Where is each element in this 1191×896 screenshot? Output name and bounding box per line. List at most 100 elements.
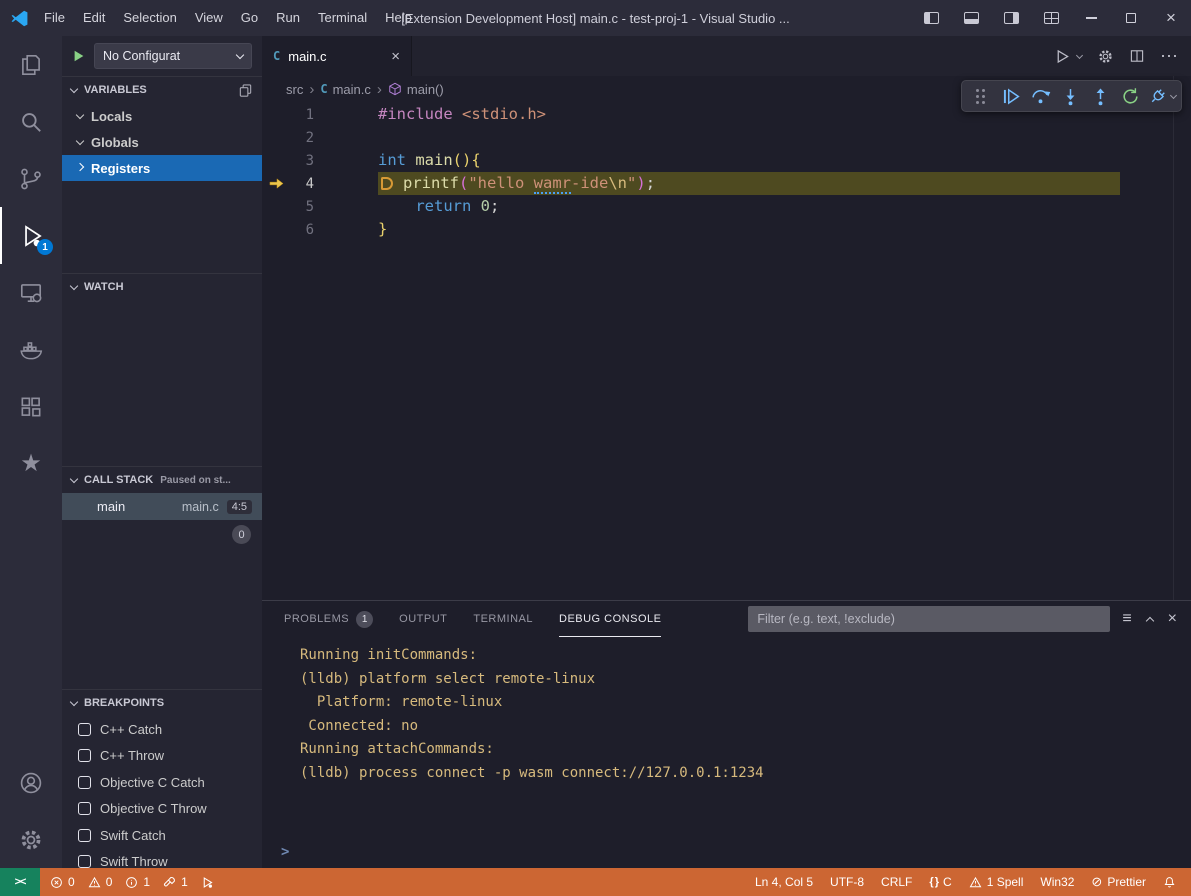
toggle-secondary-sidebar-icon[interactable] (991, 0, 1031, 36)
status-language-mode[interactable]: { }C (929, 875, 951, 889)
breadcrumb-item-src[interactable]: src (286, 82, 303, 97)
activity-accounts[interactable] (0, 754, 62, 811)
status-spell[interactable]: 1 Spell (969, 875, 1024, 889)
code-line-2[interactable]: 2 (262, 126, 1191, 149)
status-tools[interactable]: 1 (163, 875, 188, 889)
maximize-button[interactable] (1111, 0, 1151, 36)
status-eol[interactable]: CRLF (881, 875, 912, 889)
menu-terminal[interactable]: Terminal (309, 0, 376, 36)
toggle-sidebar-icon[interactable] (911, 0, 951, 36)
debug-config-dropdown[interactable]: No Configurat (94, 43, 252, 69)
menu-file[interactable]: File (35, 0, 74, 36)
tab-main-c[interactable]: C main.c × (262, 36, 412, 76)
run-or-debug-button[interactable] (1054, 48, 1082, 65)
code-line-4[interactable]: 4printf("hello wamr-ide\n"); (262, 172, 1191, 195)
breakpoint-checkbox[interactable] (78, 723, 91, 736)
stack-frame-row[interactable]: main main.c 4:5 (62, 493, 262, 520)
restart-button[interactable] (1117, 83, 1144, 109)
status-debug-status[interactable] (201, 876, 214, 889)
breakpoint-checkbox[interactable] (78, 749, 91, 762)
breakpoint-checkbox[interactable] (78, 776, 91, 789)
breakpoint-item-c-catch[interactable]: C++ Catch (62, 716, 262, 743)
status-notifications[interactable] (1163, 876, 1176, 889)
start-debugging-icon[interactable] (72, 49, 86, 63)
variables-header[interactable]: VARIABLES (62, 77, 262, 103)
customize-layout-icon[interactable] (1031, 0, 1071, 36)
status-formatter[interactable]: ⊘Prettier (1091, 874, 1146, 890)
panel-tab-problems[interactable]: PROBLEMS1 (284, 601, 373, 637)
watch-header[interactable]: WATCH (62, 274, 262, 300)
status-warnings[interactable]: 0 (88, 875, 113, 889)
step-out-button[interactable] (1087, 83, 1114, 109)
variables-item-registers[interactable]: Registers (62, 155, 262, 181)
activity-source-control[interactable] (0, 150, 62, 207)
remote-indicator[interactable]: >< (0, 868, 40, 896)
code-token (471, 197, 480, 215)
breakpoints-header[interactable]: BREAKPOINTS (62, 690, 262, 716)
variables-item-locals[interactable]: Locals (62, 103, 262, 129)
breakpoint-checkbox[interactable] (78, 829, 91, 842)
remote-explorer-icon (18, 280, 44, 306)
status-platform[interactable]: Win32 (1040, 875, 1074, 889)
step-over-button[interactable] (1027, 83, 1054, 109)
call-stack-header[interactable]: CALL STACK Paused on st... (62, 467, 262, 493)
filter-lines-icon[interactable]: ≡ (1122, 610, 1131, 628)
status-cursor-position[interactable]: Ln 4, Col 5 (755, 875, 813, 889)
activity-search[interactable] (0, 93, 62, 150)
code-line-6[interactable]: 6} (262, 218, 1191, 241)
info-icon (125, 876, 138, 889)
activity-star[interactable]: ★ (0, 435, 62, 492)
code-token: ( (459, 174, 468, 192)
window-title: [Extension Development Host] main.c - te… (401, 11, 789, 26)
minimize-button[interactable] (1071, 0, 1111, 36)
status-infos[interactable]: 1 (125, 875, 150, 889)
split-editor-icon[interactable] (1129, 48, 1145, 64)
step-into-button[interactable] (1057, 83, 1084, 109)
breakpoint-item-objective-c-catch[interactable]: Objective C Catch (62, 769, 262, 796)
menu-edit[interactable]: Edit (74, 0, 114, 36)
panel-tab-terminal[interactable]: TERMINAL (473, 601, 533, 637)
activity-explorer[interactable] (0, 36, 62, 93)
copy-icon[interactable] (238, 83, 253, 98)
close-panel-icon[interactable]: × (1168, 610, 1177, 628)
console-input-prompt[interactable]: > (281, 844, 289, 860)
breakpoint-checkbox[interactable] (78, 855, 91, 868)
activity-docker[interactable] (0, 321, 62, 378)
code-token (453, 105, 462, 123)
breakpoint-item-swift-throw[interactable]: Swift Throw (62, 849, 262, 869)
activity-extensions[interactable] (0, 378, 62, 435)
close-window-button[interactable]: × (1151, 0, 1191, 36)
breakpoint-checkbox[interactable] (78, 802, 91, 815)
code-token: 0 (481, 197, 490, 215)
breakpoint-item-c-throw[interactable]: C++ Throw (62, 743, 262, 770)
code-line-3[interactable]: 3int main(){ (262, 149, 1191, 172)
braces-icon: { } (929, 876, 938, 888)
panel-tab-output[interactable]: OUTPUT (399, 601, 447, 637)
menu-view[interactable]: View (186, 0, 232, 36)
variables-item-globals[interactable]: Globals (62, 129, 262, 155)
disconnect-button[interactable] (1147, 83, 1176, 109)
settings-gear-icon[interactable] (1097, 48, 1114, 65)
status-errors[interactable]: 0 (50, 875, 75, 889)
panel-tab-label: DEBUG CONSOLE (559, 613, 661, 625)
toggle-panel-icon[interactable] (951, 0, 991, 36)
activity-settings[interactable] (0, 811, 62, 868)
breakpoint-item-swift-catch[interactable]: Swift Catch (62, 822, 262, 849)
code-line-5[interactable]: 5 return 0; (262, 195, 1191, 218)
more-actions-icon[interactable]: ⋯ (1160, 47, 1178, 65)
breadcrumb-item-main[interactable]: main() (388, 82, 444, 97)
c-file-icon: C (320, 82, 327, 96)
breakpoint-item-objective-c-throw[interactable]: Objective C Throw (62, 796, 262, 823)
close-tab-icon[interactable]: × (391, 48, 400, 65)
continue-button[interactable] (997, 83, 1024, 109)
console-filter-input[interactable] (748, 606, 1110, 632)
menu-go[interactable]: Go (232, 0, 267, 36)
activity-run-debug[interactable]: 1 (0, 207, 62, 264)
status-encoding[interactable]: UTF-8 (830, 875, 864, 889)
menu-run[interactable]: Run (267, 0, 309, 36)
activity-remote-explorer[interactable] (0, 264, 62, 321)
breadcrumb-item-main-c[interactable]: Cmain.c (320, 82, 371, 97)
panel-tab-debug-console[interactable]: DEBUG CONSOLE (559, 601, 661, 637)
menu-selection[interactable]: Selection (114, 0, 185, 36)
maximize-panel-icon[interactable] (1147, 615, 1153, 624)
